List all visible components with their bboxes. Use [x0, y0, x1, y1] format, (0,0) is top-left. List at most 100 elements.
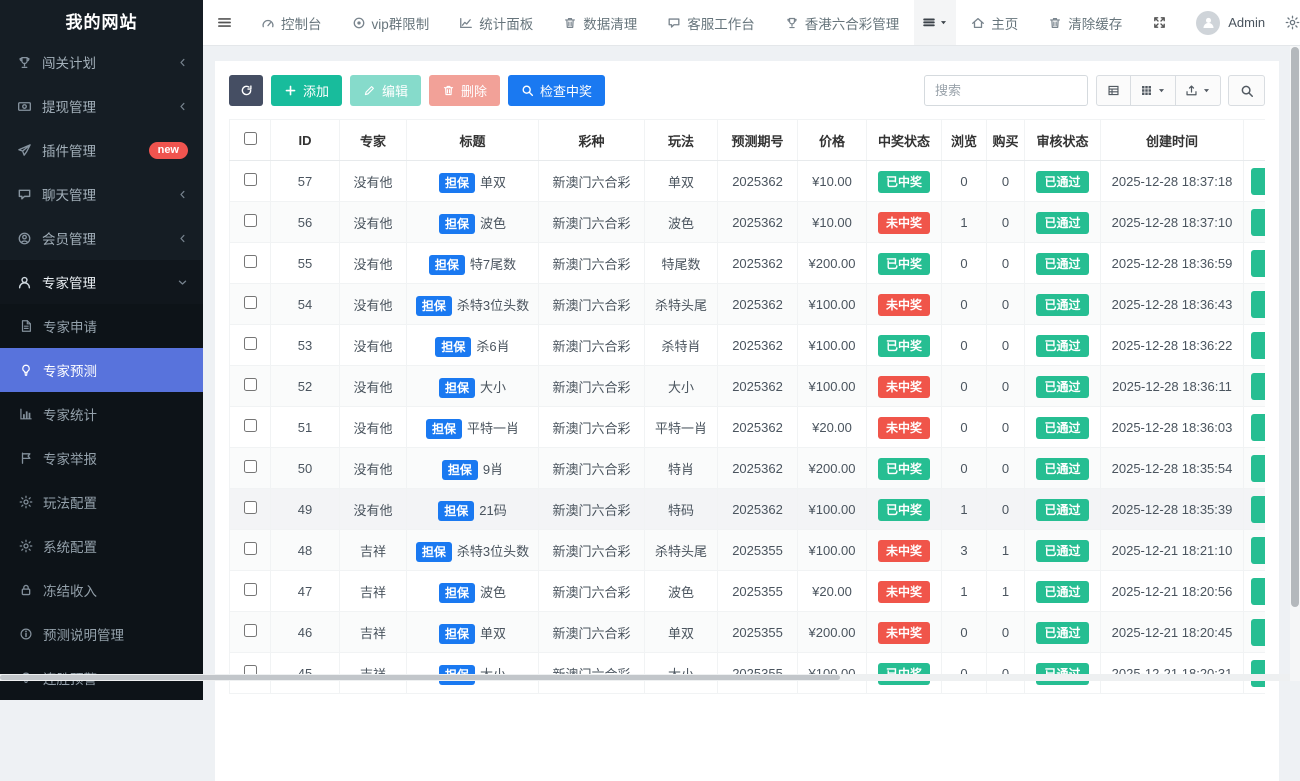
row-edit-button[interactable]: [1251, 537, 1266, 564]
menu-list-icon: [922, 16, 936, 30]
row-edit-button[interactable]: [1251, 250, 1266, 277]
column-header[interactable]: 价格: [798, 120, 867, 161]
columns-dropdown-button[interactable]: [1131, 75, 1176, 106]
column-header[interactable]: 创建时间: [1101, 120, 1244, 161]
column-header[interactable]: 彩种: [539, 120, 645, 161]
row-edit-button[interactable]: [1251, 332, 1266, 359]
row-checkbox[interactable]: [244, 173, 257, 186]
sidebar-subitem[interactable]: 专家预测: [0, 348, 203, 392]
table-row[interactable]: 49 没有他 担保21码 新澳门六合彩 特码 2025362 ¥100.00 已…: [230, 489, 1266, 530]
column-header[interactable]: 预测期号: [718, 120, 798, 161]
sidebar-item[interactable]: 会员管理: [0, 216, 203, 260]
user-menu[interactable]: Admin: [1182, 0, 1279, 45]
search-toggle-button[interactable]: [1228, 75, 1265, 106]
cell-play: 单双: [645, 612, 718, 653]
row-checkbox[interactable]: [244, 542, 257, 555]
row-checkbox[interactable]: [244, 419, 257, 432]
row-checkbox[interactable]: [244, 624, 257, 637]
table-row[interactable]: 46 吉祥 担保单双 新澳门六合彩 单双 2025355 ¥200.00 未中奖…: [230, 612, 1266, 653]
row-edit-button[interactable]: [1251, 373, 1266, 400]
refresh-button[interactable]: [229, 75, 263, 106]
cell-views: 1: [942, 571, 987, 612]
table-row[interactable]: 55 没有他 担保特7尾数 新澳门六合彩 特尾数 2025362 ¥200.00…: [230, 243, 1266, 284]
sidebar-subitem[interactable]: 专家统计: [0, 392, 203, 436]
sidebar-item[interactable]: 专家管理: [0, 260, 203, 304]
cell-price: ¥100.00: [798, 530, 867, 571]
horizontal-scrollbar[interactable]: [0, 674, 1290, 681]
nav-menu-dropdown[interactable]: [914, 0, 956, 45]
table-row[interactable]: 54 没有他 担保杀特3位头数 新澳门六合彩 杀特头尾 2025362 ¥100…: [230, 284, 1266, 325]
pagination-toggle-button[interactable]: [1096, 75, 1131, 106]
cell-operation: [1244, 571, 1266, 612]
fullscreen-button[interactable]: [1137, 0, 1182, 45]
topnav-item[interactable]: vip群限制: [337, 0, 445, 45]
table-row[interactable]: 45 吉祥 担保大小 新澳门六合彩 大小 2025355 ¥100.00 已中奖…: [230, 653, 1266, 694]
table-row[interactable]: 57 没有他 担保单双 新澳门六合彩 单双 2025362 ¥10.00 已中奖…: [230, 161, 1266, 202]
row-checkbox[interactable]: [244, 255, 257, 268]
topnav-item[interactable]: 统计面板: [444, 0, 548, 45]
table-row[interactable]: 56 没有他 担保波色 新澳门六合彩 波色 2025362 ¥10.00 未中奖…: [230, 202, 1266, 243]
column-header[interactable]: 标题: [407, 120, 539, 161]
topnav-item[interactable]: 数据清理: [548, 0, 652, 45]
column-header[interactable]: ID: [271, 120, 340, 161]
topnav-item-label: 客服工作台: [687, 13, 755, 33]
row-checkbox[interactable]: [244, 460, 257, 473]
delete-button-label: 删除: [461, 81, 487, 100]
table-row[interactable]: 53 没有他 担保杀6肖 新澳门六合彩 杀特肖 2025362 ¥100.00 …: [230, 325, 1266, 366]
vertical-scrollbar[interactable]: [1290, 46, 1300, 681]
export-dropdown-button[interactable]: [1176, 75, 1221, 106]
sidebar-subitem[interactable]: 预测说明管理: [0, 612, 203, 656]
sidebar-subitem[interactable]: 专家申请: [0, 304, 203, 348]
settings-button[interactable]: [1279, 0, 1300, 45]
column-header[interactable]: 购买: [987, 120, 1025, 161]
table-row[interactable]: 51 没有他 担保平特一肖 新澳门六合彩 平特一肖 2025362 ¥20.00…: [230, 407, 1266, 448]
guarantee-badge: 担保: [439, 583, 475, 603]
nav-home[interactable]: 主页: [956, 0, 1033, 45]
topnav-item[interactable]: 控制台: [246, 0, 337, 45]
topnav-item[interactable]: 客服工作台: [652, 0, 770, 45]
sidebar-subitem[interactable]: 专家举报: [0, 436, 203, 480]
row-checkbox[interactable]: [244, 214, 257, 227]
row-edit-button[interactable]: [1251, 168, 1266, 195]
row-edit-button[interactable]: [1251, 209, 1266, 236]
row-checkbox[interactable]: [244, 337, 257, 350]
vertical-scrollbar-thumb[interactable]: [1291, 47, 1299, 607]
row-edit-button[interactable]: [1251, 455, 1266, 482]
sidebar-toggle-button[interactable]: [203, 0, 246, 45]
topnav-item[interactable]: 香港六合彩管理: [770, 0, 915, 45]
table-row[interactable]: 50 没有他 担保9肖 新澳门六合彩 特肖 2025362 ¥200.00 已中…: [230, 448, 1266, 489]
row-edit-button[interactable]: [1251, 496, 1266, 523]
column-header[interactable]: 专家: [340, 120, 407, 161]
sidebar-subitem[interactable]: 冻结收入: [0, 568, 203, 612]
horizontal-scrollbar-thumb[interactable]: [0, 675, 840, 680]
row-checkbox[interactable]: [244, 296, 257, 309]
row-checkbox[interactable]: [244, 583, 257, 596]
check-win-button[interactable]: 检查中奖: [508, 75, 605, 106]
row-edit-button[interactable]: [1251, 619, 1266, 646]
sidebar-item[interactable]: 提现管理: [0, 84, 203, 128]
column-header[interactable]: 审核状态: [1025, 120, 1101, 161]
row-edit-button[interactable]: [1251, 414, 1266, 441]
search-input[interactable]: [924, 75, 1088, 106]
row-edit-button[interactable]: [1251, 578, 1266, 605]
row-edit-button[interactable]: [1251, 660, 1266, 687]
sidebar-subitem[interactable]: 玩法配置: [0, 480, 203, 524]
sidebar-item[interactable]: 聊天管理: [0, 172, 203, 216]
row-edit-button[interactable]: [1251, 291, 1266, 318]
column-header[interactable]: 浏览: [942, 120, 987, 161]
table-row[interactable]: 52 没有他 担保大小 新澳门六合彩 大小 2025362 ¥100.00 未中…: [230, 366, 1266, 407]
add-button[interactable]: 添加: [271, 75, 342, 106]
cell-buys: 0: [987, 489, 1025, 530]
row-checkbox[interactable]: [244, 378, 257, 391]
table-row[interactable]: 47 吉祥 担保波色 新澳门六合彩 波色 2025355 ¥20.00 未中奖 …: [230, 571, 1266, 612]
table-row[interactable]: 48 吉祥 担保杀特3位头数 新澳门六合彩 杀特头尾 2025355 ¥100.…: [230, 530, 1266, 571]
row-checkbox[interactable]: [244, 501, 257, 514]
select-all-checkbox[interactable]: [244, 132, 257, 145]
nav-clear-cache[interactable]: 清除缓存: [1033, 0, 1137, 45]
column-header[interactable]: 玩法: [645, 120, 718, 161]
column-header[interactable]: 中奖状态: [867, 120, 942, 161]
sidebar-subitem[interactable]: 系统配置: [0, 524, 203, 568]
sidebar-item[interactable]: 插件管理 new: [0, 128, 203, 172]
sidebar-item[interactable]: 闯关计划: [0, 40, 203, 84]
bars-icon: [217, 15, 232, 30]
